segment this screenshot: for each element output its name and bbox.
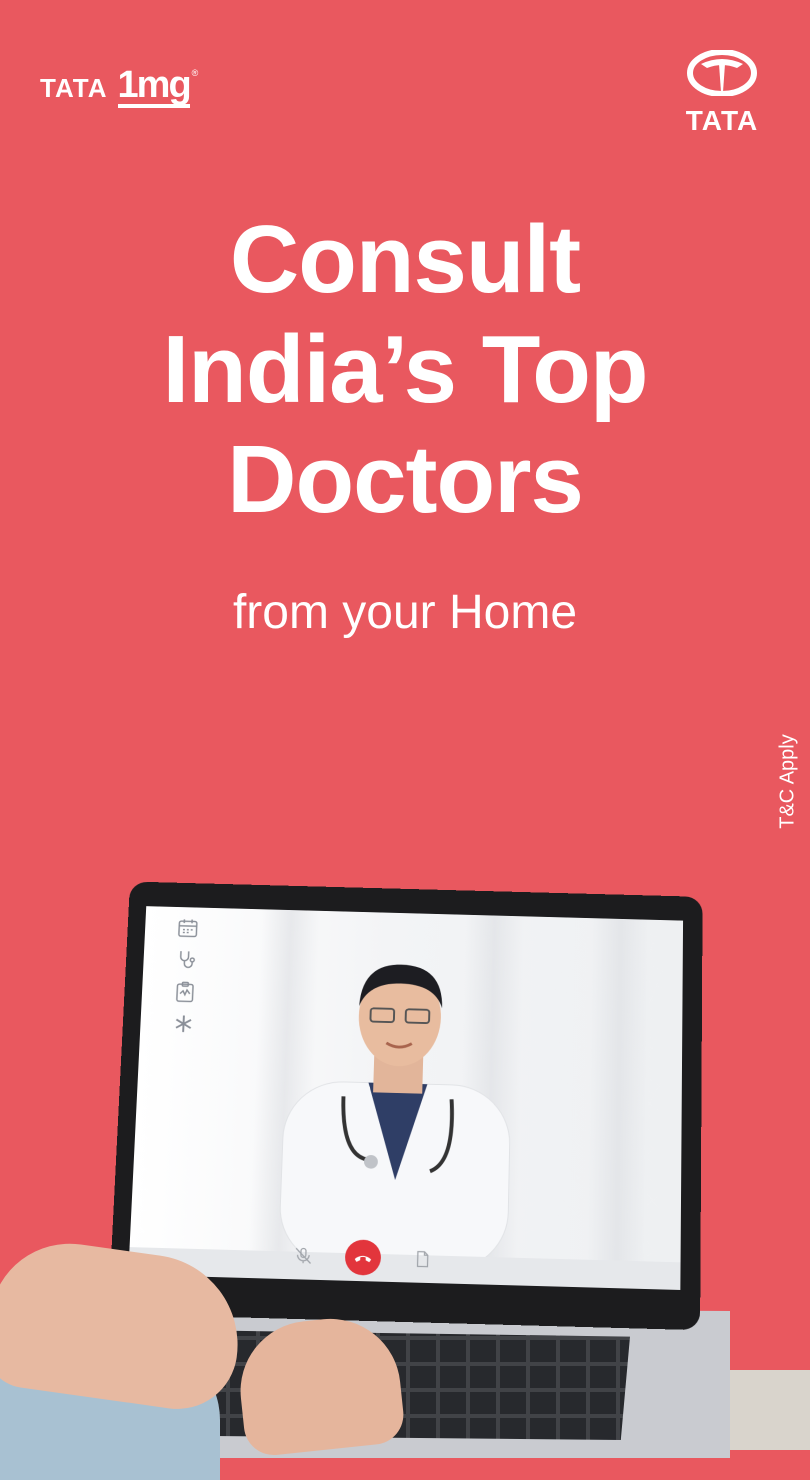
video-call-screen bbox=[128, 906, 683, 1290]
document-icon[interactable] bbox=[412, 1249, 432, 1269]
tata-1mg-logo: TATA 1mg ® bbox=[40, 68, 198, 108]
logo-1mg-text: 1mg bbox=[118, 68, 190, 108]
logo-tata-text: TATA bbox=[40, 73, 108, 104]
side-icon-column bbox=[171, 916, 200, 1035]
logo-tata-wordmark: TATA bbox=[672, 105, 772, 137]
clipboard-icon bbox=[173, 980, 197, 1003]
doctor-on-video-call bbox=[268, 938, 523, 1272]
end-call-button[interactable] bbox=[345, 1239, 382, 1275]
tata-group-logo: TATA bbox=[672, 50, 772, 137]
laptop-illustration bbox=[0, 870, 810, 1440]
subheadline: from your Home bbox=[0, 585, 810, 640]
headline-line-2: India’s Top bbox=[0, 315, 810, 425]
laptop-screen-bezel bbox=[108, 881, 702, 1330]
stethoscope-icon bbox=[174, 948, 198, 971]
registered-mark: ® bbox=[192, 68, 199, 78]
asterisk-icon bbox=[171, 1012, 195, 1035]
headline: Consult India’s Top Doctors bbox=[0, 205, 810, 535]
headline-line-3: Doctors bbox=[0, 425, 810, 535]
calendar-icon bbox=[176, 916, 200, 939]
tata-emblem-icon bbox=[687, 50, 757, 96]
end-call-icon bbox=[352, 1246, 375, 1268]
headline-line-1: Consult bbox=[0, 205, 810, 315]
call-controls bbox=[293, 1238, 433, 1277]
mic-off-icon[interactable] bbox=[293, 1246, 314, 1266]
terms-and-conditions-note: T&C Apply bbox=[777, 732, 800, 832]
